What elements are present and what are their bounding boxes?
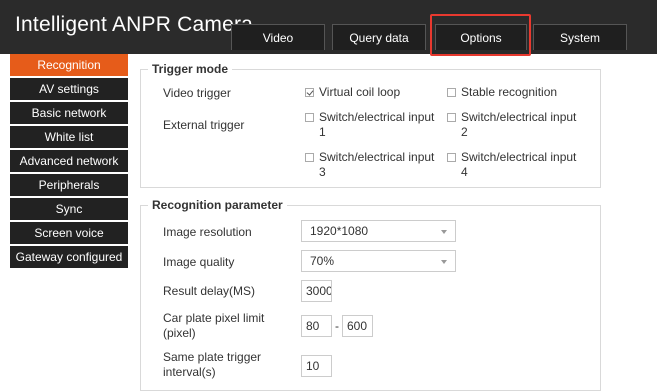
video-trigger-label: Video trigger [163,86,231,100]
image-resolution-label: Image resolution [163,225,252,239]
plate-pixel-range-separator: - [335,319,339,333]
sidebar-item-advanced-network[interactable]: Advanced network [10,150,128,172]
app-title: Intelligent ANPR Camera [15,13,254,36]
plate-pixel-min-input[interactable]: 80 [301,315,332,337]
sidebar-item-sync[interactable]: Sync [10,198,128,220]
app-header: Intelligent ANPR Camera Video Query data… [0,0,657,54]
image-quality-value: 70% [310,254,335,268]
switch-input-3-label: Switch/electrical input [319,150,435,164]
sidebar: Recognition AV settings Basic network Wh… [10,54,128,270]
switch-input-4-number: 4 [461,165,468,179]
switch-input-3-number: 3 [319,165,326,179]
plate-pixel-limit-label-line2: (pixel) [163,326,196,340]
plate-pixel-max-input[interactable]: 600 [342,315,373,337]
stable-recognition-option[interactable]: Stable recognition [447,85,557,100]
tab-query-data[interactable]: Query data [332,24,426,50]
switch-input-1-option[interactable]: Switch/electrical input 1 [305,110,434,140]
checkbox[interactable] [305,153,314,162]
virtual-coil-loop-label: Virtual coil loop [319,85,401,99]
checkbox[interactable] [447,153,456,162]
switch-input-1-label: Switch/electrical input [319,110,435,124]
sidebar-item-recognition[interactable]: Recognition [10,54,128,76]
switch-input-4-option[interactable]: Switch/electrical input 4 [447,150,576,180]
switch-input-2-option[interactable]: Switch/electrical input 2 [447,110,576,140]
image-resolution-select[interactable]: 1920*1080 [301,220,456,242]
checkbox[interactable] [447,88,456,97]
switch-input-2-label: Switch/electrical input [461,110,577,124]
image-quality-select[interactable]: 70% [301,250,456,272]
tab-system[interactable]: System [533,24,627,50]
sidebar-item-white-list[interactable]: White list [10,126,128,148]
result-delay-label: Result delay(MS) [163,284,256,298]
sidebar-item-av-settings[interactable]: AV settings [10,78,128,100]
same-plate-interval-label: Same plate trigger interval(s) [163,350,261,380]
result-delay-input[interactable]: 3000 [301,280,332,302]
switch-input-1-number: 1 [319,125,326,139]
sidebar-item-basic-network[interactable]: Basic network [10,102,128,124]
same-plate-interval-input[interactable]: 10 [301,355,332,377]
image-quality-label: Image quality [163,255,235,269]
checkbox[interactable] [305,88,314,97]
virtual-coil-loop-option[interactable]: Virtual coil loop [305,85,400,100]
checkbox[interactable] [305,113,314,122]
trigger-mode-title: Trigger mode [148,62,233,76]
tab-options[interactable]: Options [435,24,527,50]
stable-recognition-label: Stable recognition [461,85,558,99]
chevron-down-icon [441,230,447,234]
same-plate-interval-label-line2: interval(s) [163,365,216,379]
recognition-parameter-title: Recognition parameter [148,198,287,212]
sidebar-item-screen-voice[interactable]: Screen voice [10,222,128,244]
switch-input-2-number: 2 [461,125,468,139]
external-trigger-label: External trigger [163,118,245,132]
tab-video[interactable]: Video [231,24,325,50]
checkbox[interactable] [447,113,456,122]
image-resolution-value: 1920*1080 [310,224,369,238]
plate-pixel-limit-label-line1: Car plate pixel limit [163,311,265,325]
switch-input-4-label: Switch/electrical input [461,150,577,164]
sidebar-item-peripherals[interactable]: Peripherals [10,174,128,196]
plate-pixel-limit-label: Car plate pixel limit (pixel) [163,311,264,341]
same-plate-interval-label-line1: Same plate trigger [163,350,262,364]
switch-input-3-option[interactable]: Switch/electrical input 3 [305,150,434,180]
chevron-down-icon [441,260,447,264]
sidebar-item-gateway-configured[interactable]: Gateway configured [10,246,128,268]
